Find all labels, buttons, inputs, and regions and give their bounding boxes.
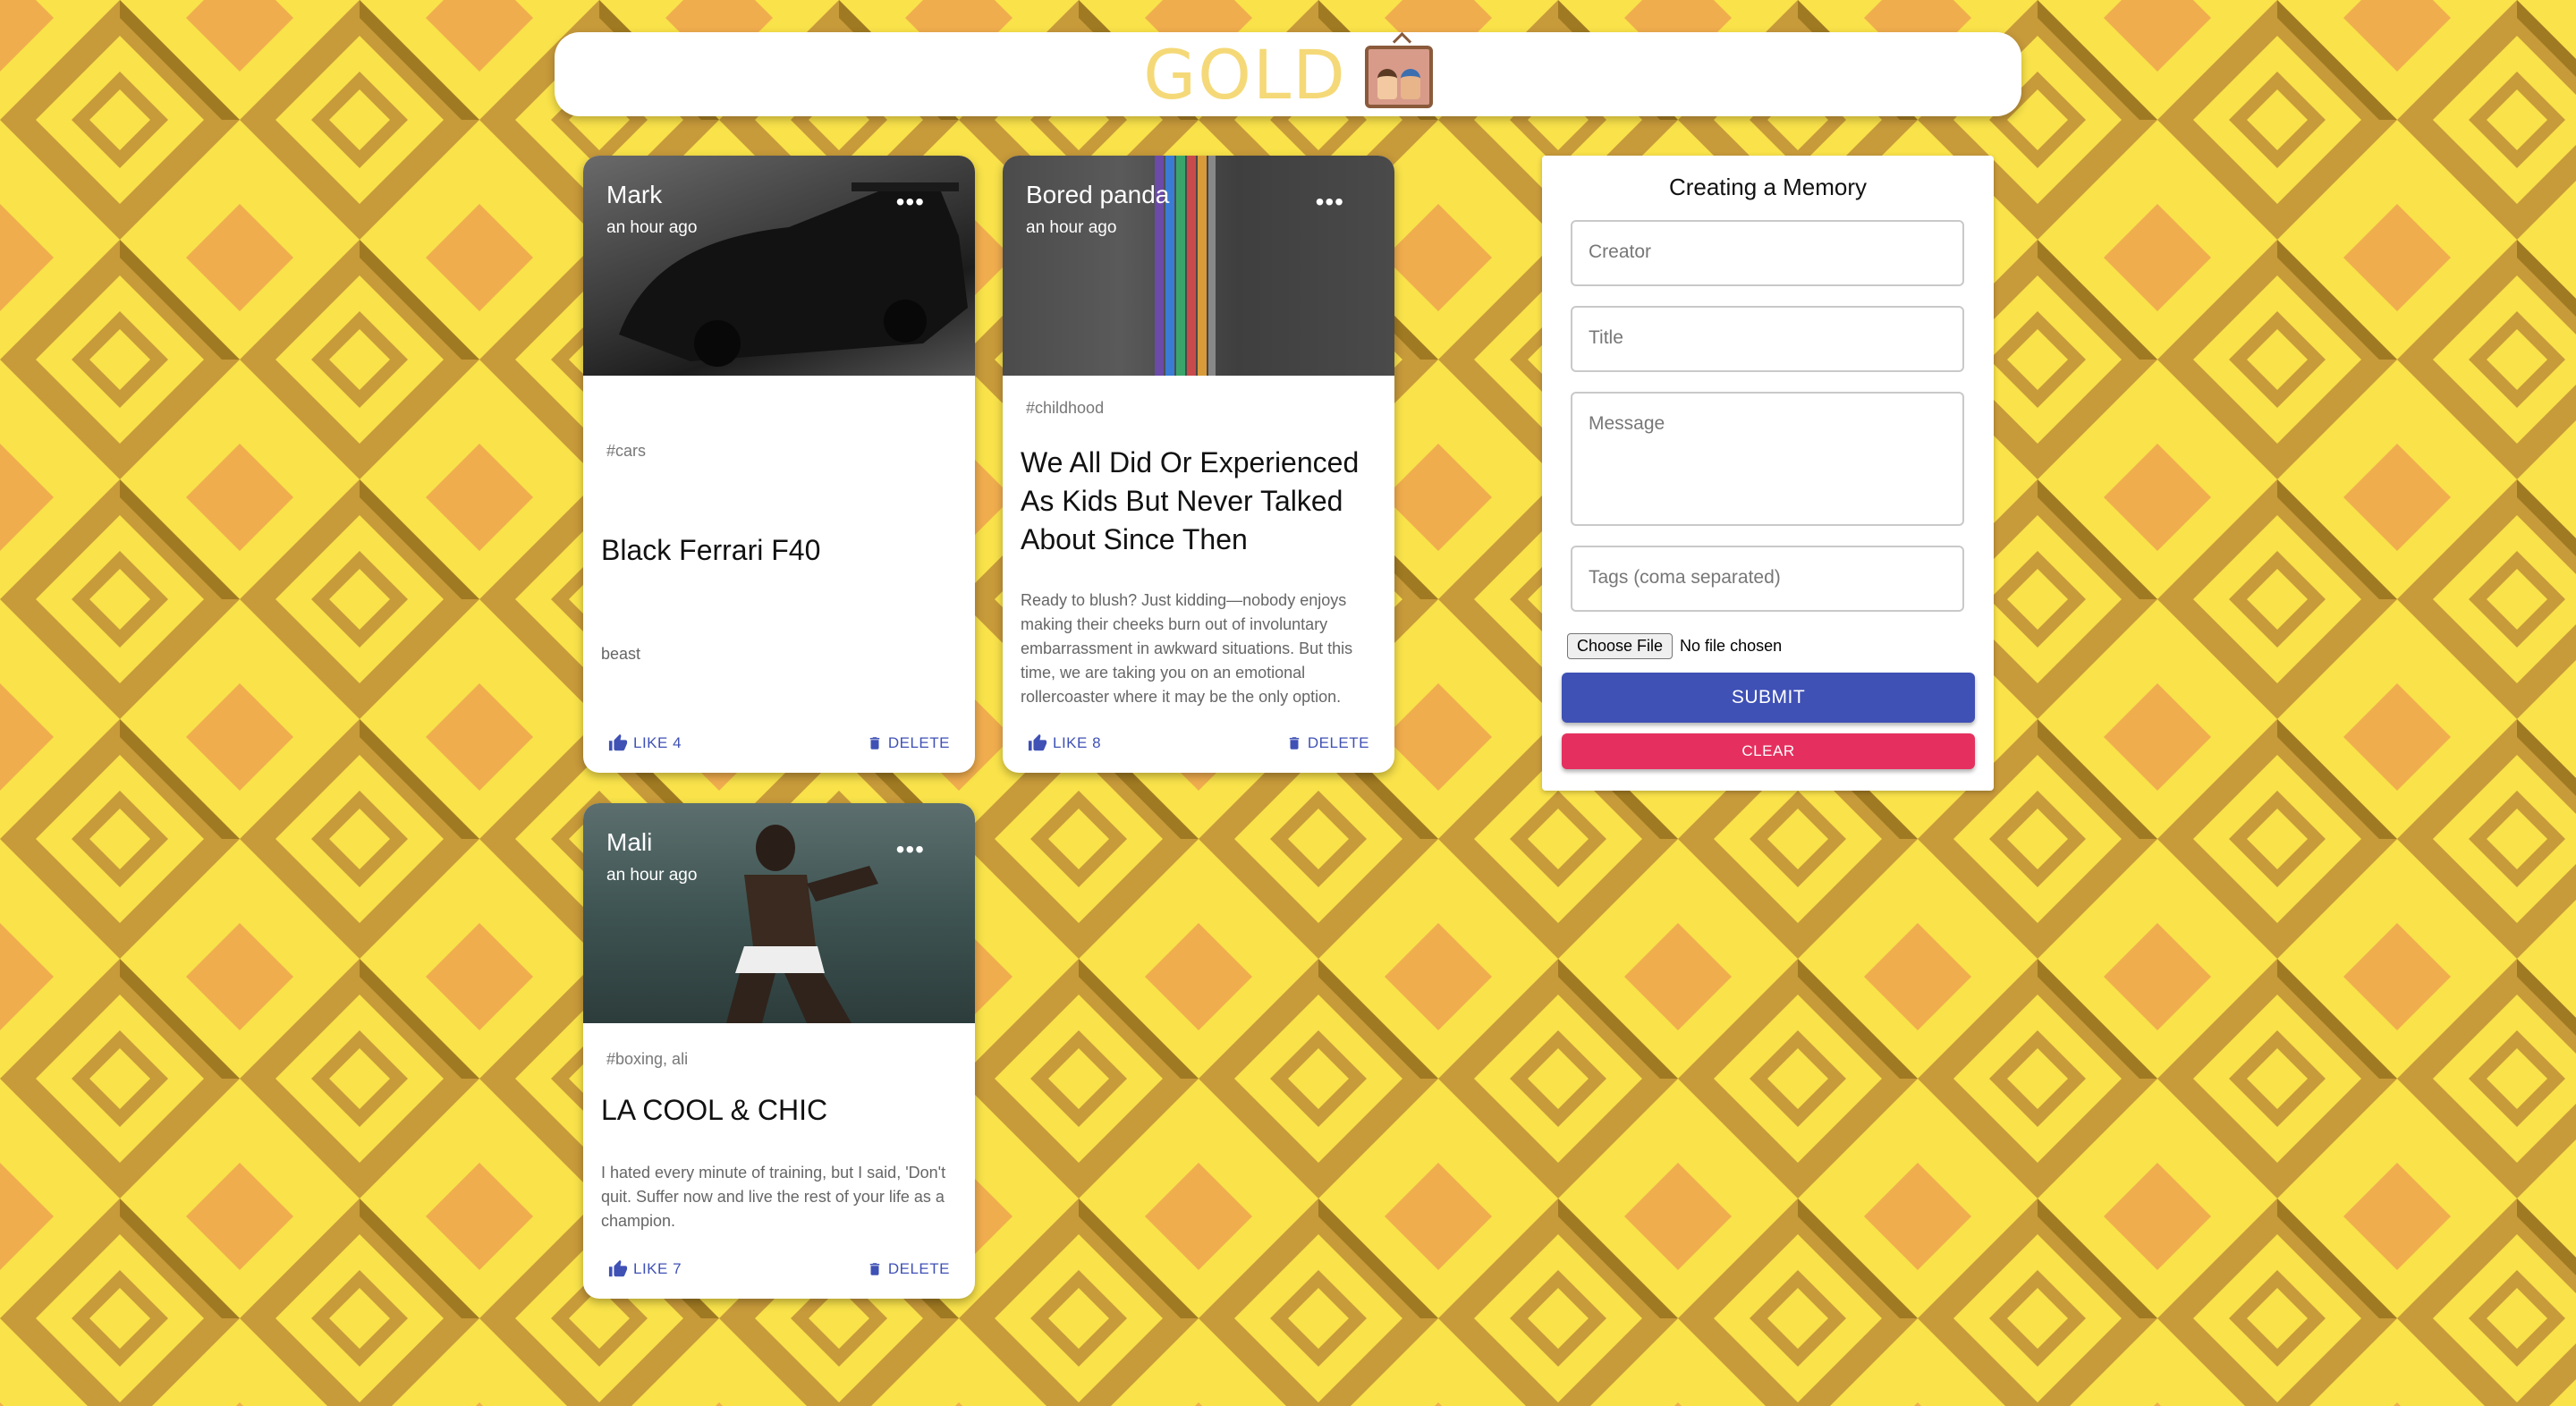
delete-label: DELETE	[1307, 734, 1369, 751]
thumb-up-icon	[1028, 733, 1047, 751]
like-button[interactable]: LIKE 7	[608, 1259, 682, 1279]
more-horiz-icon[interactable]: •••	[896, 188, 925, 216]
thumb-up-icon	[608, 733, 628, 751]
title-input[interactable]	[1572, 308, 1962, 368]
like-button[interactable]: LIKE 8	[1028, 733, 1101, 753]
delete-button[interactable]: DELETE	[1286, 733, 1369, 753]
post-title: LA COOL & CHIC	[601, 1094, 828, 1126]
delete-button[interactable]: DELETE	[867, 733, 950, 753]
message-input[interactable]	[1572, 394, 1962, 497]
post-title: Black Ferrari F40	[601, 534, 821, 566]
post-message: I hated every minute of training, but I …	[601, 1164, 946, 1230]
post-creator: Bored panda	[1026, 181, 1170, 208]
like-label: LIKE 7	[633, 1260, 682, 1277]
post-actions: LIKE 7 DELETE	[583, 1259, 975, 1295]
post-card: Mark an hour ago ••• #cars Black Ferrari…	[583, 156, 975, 773]
post-card: Mali an hour ago ••• #boxing, ali LA COO…	[583, 803, 975, 1299]
creator-field	[1571, 220, 1964, 286]
message-field	[1571, 392, 1964, 526]
post-actions: LIKE 8 DELETE	[1003, 733, 1394, 769]
post-image: Bored panda an hour ago •••	[1003, 156, 1394, 376]
memory-form: Creating a Memory Choose File No file ch…	[1542, 156, 1994, 791]
post-image: Mark an hour ago •••	[583, 156, 975, 376]
trash-icon	[1289, 737, 1300, 750]
post-creator: Mali	[606, 828, 653, 856]
clear-button[interactable]: CLEAR	[1562, 733, 1975, 769]
like-label: LIKE 8	[1053, 734, 1102, 751]
delete-label: DELETE	[887, 734, 950, 751]
submit-button[interactable]: SUBMIT	[1562, 673, 1975, 723]
post-time: an hour ago	[1026, 218, 1117, 237]
like-label: LIKE 4	[633, 734, 682, 751]
file-status: No file chosen	[1680, 637, 1783, 655]
post-tags: #cars	[606, 442, 647, 460]
creator-input[interactable]	[1572, 222, 1962, 283]
file-input: Choose File No file chosen	[1567, 633, 1782, 659]
delete-button[interactable]: DELETE	[867, 1259, 950, 1279]
app-title: GOLD	[1143, 34, 1347, 114]
post-tags: #boxing, ali	[606, 1050, 689, 1068]
trash-icon	[869, 1263, 880, 1275]
choose-file-button[interactable]: Choose File	[1567, 633, 1674, 659]
more-horiz-icon[interactable]: •••	[1316, 188, 1344, 216]
post-tags: #childhood	[1026, 399, 1105, 417]
thumb-up-icon	[608, 1259, 628, 1277]
post-message: beast	[601, 645, 641, 663]
post-actions: LIKE 4 DELETE	[583, 733, 975, 769]
post-title: We All Did Or Experienced As Kids But Ne…	[1021, 446, 1360, 555]
post-image: Mali an hour ago •••	[583, 803, 975, 1023]
title-field	[1571, 306, 1964, 372]
tags-input[interactable]	[1572, 547, 1962, 608]
post-time: an hour ago	[606, 866, 698, 885]
delete-label: DELETE	[887, 1260, 950, 1277]
form-title: Creating a Memory	[1668, 174, 1868, 200]
post-creator: Mark	[606, 181, 663, 208]
memories-logo-icon	[1364, 46, 1433, 108]
post-message: Ready to blush? Just kidding—nobody enjo…	[1021, 591, 1353, 706]
trash-icon	[869, 737, 880, 750]
tags-field	[1571, 546, 1964, 612]
more-horiz-icon[interactable]: •••	[896, 835, 925, 864]
post-time: an hour ago	[606, 218, 698, 237]
like-button[interactable]: LIKE 4	[608, 733, 682, 753]
post-card: Bored panda an hour ago ••• #childhood W…	[1003, 156, 1394, 773]
app-bar: GOLD	[555, 32, 2021, 116]
